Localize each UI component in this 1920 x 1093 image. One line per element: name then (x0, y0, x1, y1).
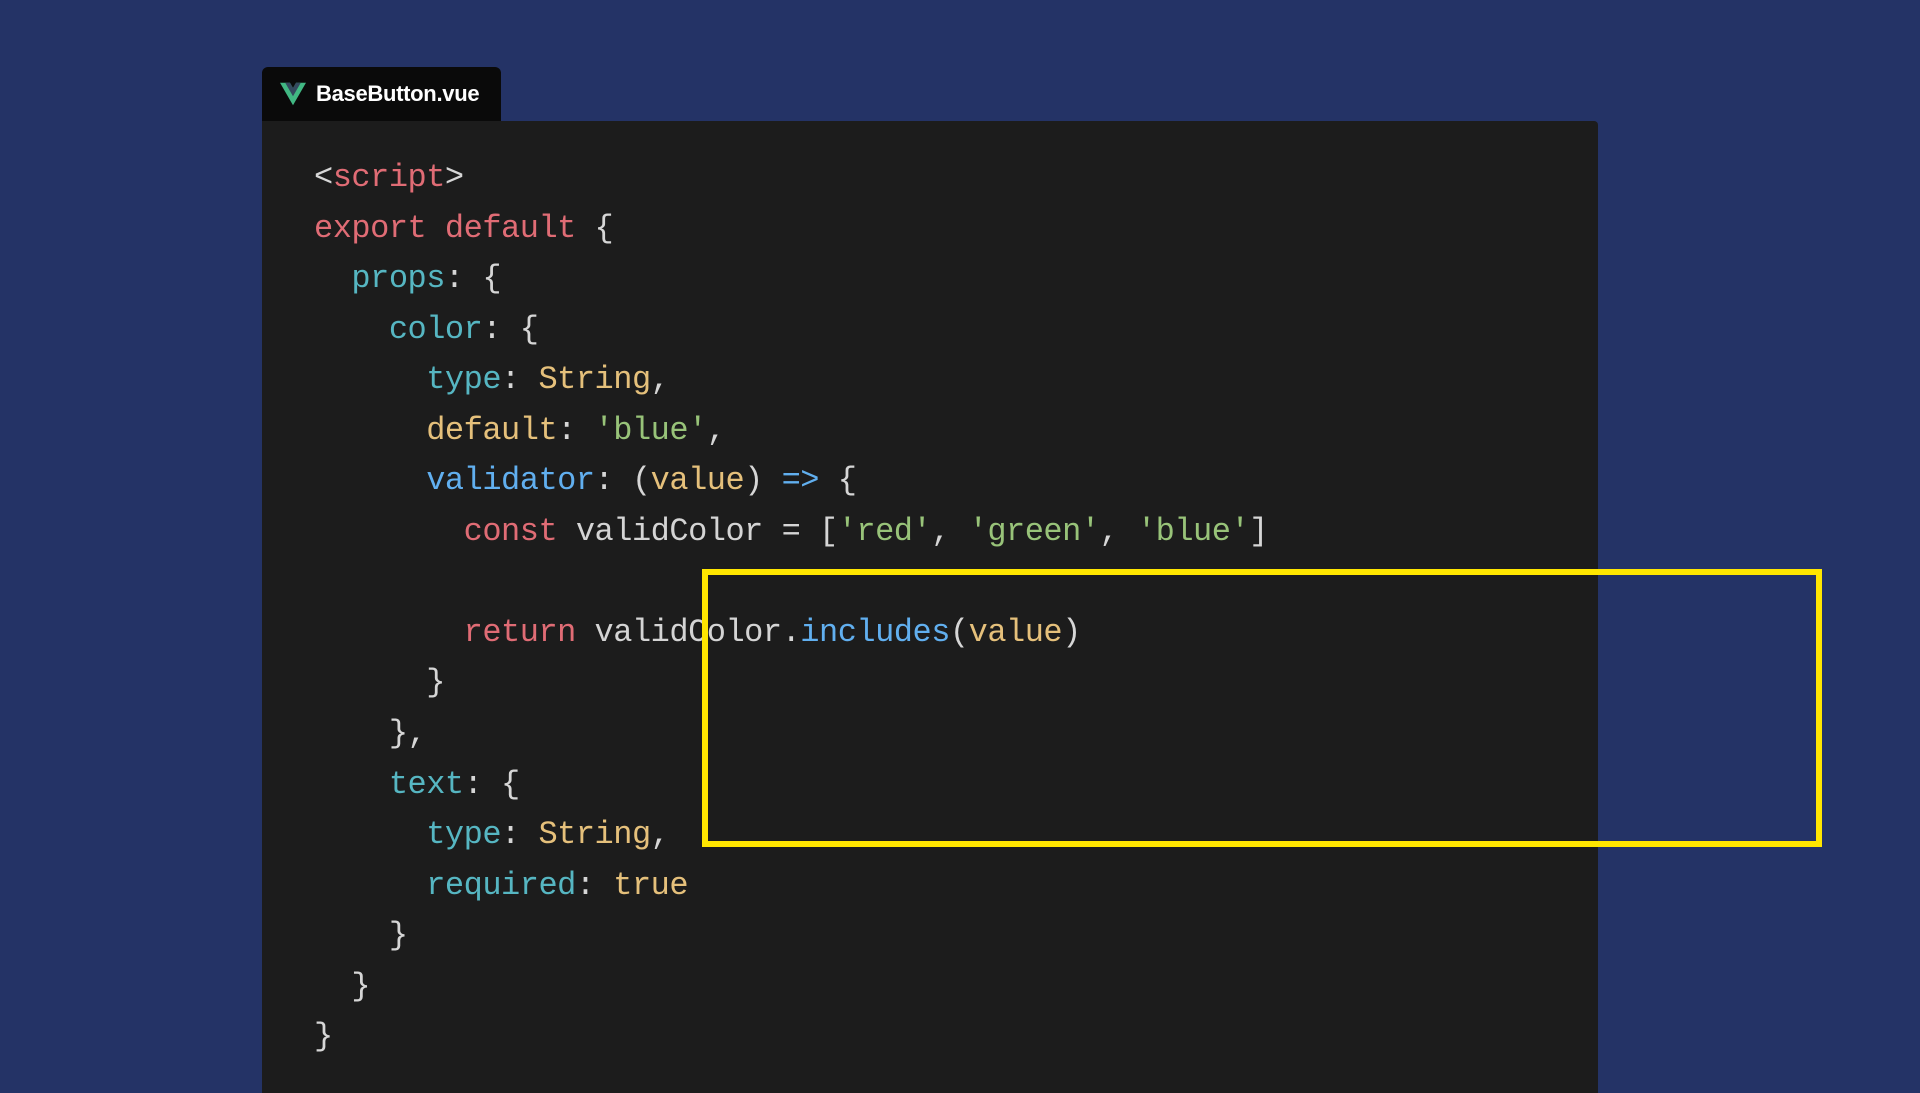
code-token: default (426, 412, 557, 449)
code-token: String (538, 816, 650, 853)
code-token: validColor (576, 513, 763, 550)
code-token: script (333, 159, 445, 196)
code-token: } (389, 917, 408, 954)
code-token: 'blue' (595, 412, 707, 449)
code-token: ) (744, 462, 781, 499)
code-token: , (931, 513, 950, 550)
code-token: }, (389, 715, 426, 752)
code-token: } (314, 1018, 333, 1055)
code-token: : { (464, 766, 520, 803)
code-token: : ( (595, 462, 651, 499)
code-token: type (426, 361, 501, 398)
code-token: , (707, 412, 726, 449)
code-token: ( (950, 614, 969, 651)
code-token: color (389, 311, 483, 348)
code-token: < (314, 159, 333, 196)
code-token: , (651, 816, 670, 853)
code-token: default (445, 210, 576, 247)
code-token: type (426, 816, 501, 853)
code-token: . (782, 614, 801, 651)
code-token: , (651, 361, 670, 398)
code-token: required (426, 867, 576, 904)
code-token: } (426, 664, 445, 701)
code-token: props (351, 260, 445, 297)
code-token: : (501, 816, 538, 853)
code-token: 'green' (969, 513, 1100, 550)
code-token: true (613, 867, 688, 904)
code-token: } (351, 968, 370, 1005)
code-token: : { (445, 260, 501, 297)
code-token: => (782, 462, 819, 499)
code-token: , (1100, 513, 1119, 550)
code-token: text (389, 766, 464, 803)
file-tab[interactable]: BaseButton.vue (262, 67, 501, 121)
code-token: export (314, 210, 426, 247)
code-token: 'blue' (1137, 513, 1249, 550)
code-token: : (501, 361, 538, 398)
code-token: : (557, 412, 594, 449)
code-token: { (576, 210, 613, 247)
code-token: : (576, 867, 613, 904)
code-token: = [ (763, 513, 838, 550)
code-token: : { (482, 311, 538, 348)
code-token: const (464, 513, 558, 550)
code-token: 'red' (838, 513, 932, 550)
code-token: String (538, 361, 650, 398)
code-token: return (464, 614, 576, 651)
code-token: > (445, 159, 464, 196)
code-token: validColor (595, 614, 782, 651)
file-tab-label: BaseButton.vue (316, 81, 479, 107)
code-token: validator (426, 462, 594, 499)
code-token: includes (800, 614, 950, 651)
code-editor: BaseButton.vue <script> export default {… (262, 67, 1598, 1093)
code-content[interactable]: <script> export default { props: { color… (262, 121, 1598, 1093)
code-token: value (969, 614, 1063, 651)
code-token: ) (1062, 614, 1081, 651)
code-token: value (651, 462, 745, 499)
code-token: ] (1249, 513, 1268, 550)
vue-icon (280, 81, 306, 107)
code-token: { (819, 462, 856, 499)
